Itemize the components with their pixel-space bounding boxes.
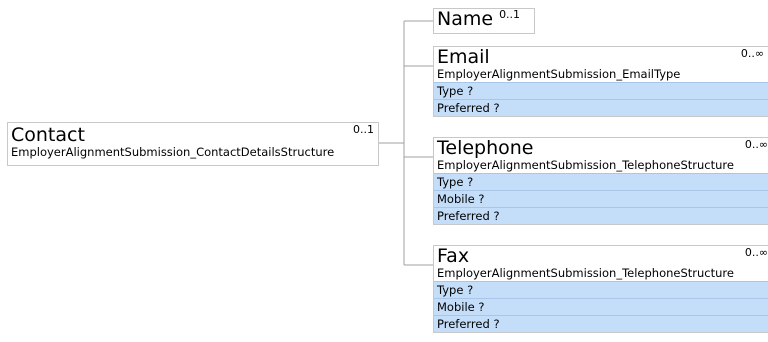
fax-type: EmployerAlignmentSubmission_TelephoneStr… (437, 266, 734, 280)
fax-attribute-mobile[interactable]: Mobile ? (434, 298, 768, 315)
contact-node[interactable]: Contact 0..1 EmployerAlignmentSubmission… (7, 122, 379, 166)
contact-type: EmployerAlignmentSubmission_ContactDetai… (11, 145, 335, 159)
contact-title: Contact (11, 124, 85, 146)
name-node[interactable]: Name 0..1 (433, 8, 535, 34)
telephone-header: Telephone 0..∞ EmployerAlignmentSubmissi… (434, 138, 768, 173)
email-type: EmployerAlignmentSubmission_EmailType (437, 67, 681, 81)
contact-cardinality: 0..1 (353, 123, 374, 136)
contact-header: Contact 0..1 EmployerAlignmentSubmission… (8, 123, 378, 160)
name-header: Name 0..1 (434, 8, 534, 30)
name-cardinality: 0..1 (499, 8, 521, 21)
telephone-title: Telephone (437, 137, 534, 159)
email-node[interactable]: Email 0..∞ EmployerAlignmentSubmission_E… (433, 46, 768, 117)
email-title: Email (437, 46, 490, 68)
fax-attribute-type[interactable]: Type ? (434, 281, 768, 298)
telephone-attribute-mobile[interactable]: Mobile ? (434, 190, 768, 207)
fax-attribute-preferred[interactable]: Preferred ? (434, 315, 768, 332)
email-cardinality: 0..∞ (740, 47, 764, 60)
telephone-node[interactable]: Telephone 0..∞ EmployerAlignmentSubmissi… (433, 137, 768, 225)
fax-node[interactable]: Fax 0..∞ EmployerAlignmentSubmission_Tel… (433, 245, 768, 333)
fax-title: Fax (437, 245, 470, 267)
email-attribute-type[interactable]: Type ? (434, 82, 768, 99)
fax-header: Fax 0..∞ EmployerAlignmentSubmission_Tel… (434, 246, 768, 281)
telephone-attribute-type[interactable]: Type ? (434, 173, 768, 190)
fax-cardinality: 0..∞ (744, 246, 768, 259)
email-attribute-preferred[interactable]: Preferred ? (434, 99, 768, 116)
telephone-cardinality: 0..∞ (744, 138, 768, 151)
name-title: Name (437, 8, 494, 30)
email-header: Email 0..∞ EmployerAlignmentSubmission_E… (434, 47, 768, 82)
telephone-attribute-preferred[interactable]: Preferred ? (434, 207, 768, 224)
telephone-type: EmployerAlignmentSubmission_TelephoneStr… (437, 158, 734, 172)
